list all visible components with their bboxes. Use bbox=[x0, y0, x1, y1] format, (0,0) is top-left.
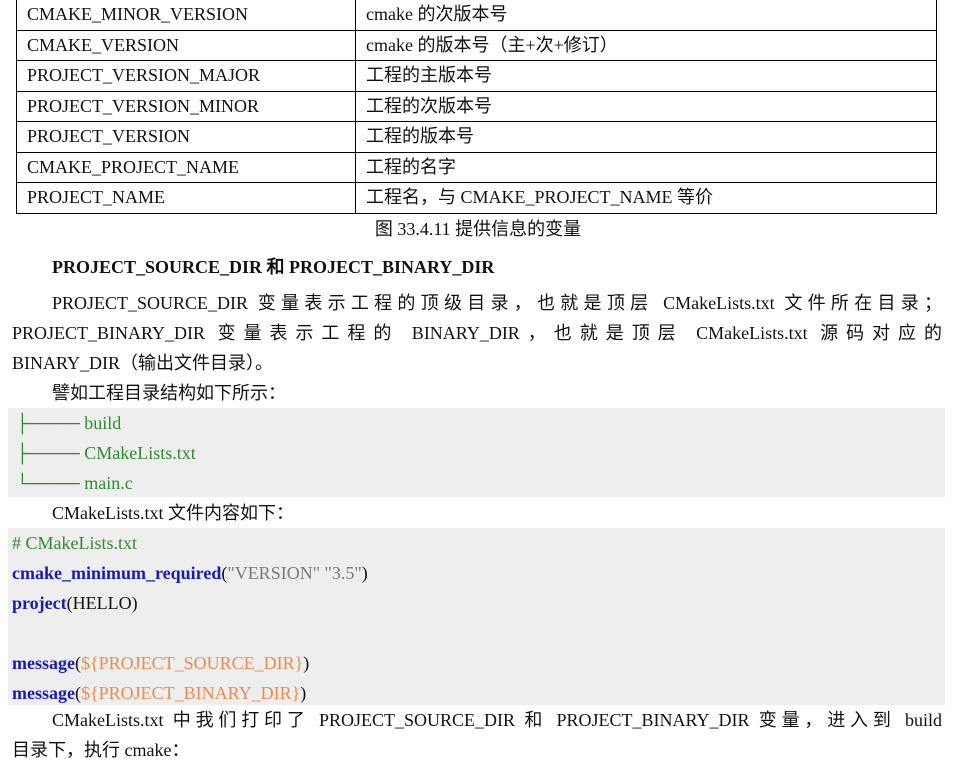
code-line: message(${PROJECT_SOURCE_DIR}) bbox=[8, 648, 945, 678]
code-keyword: message bbox=[12, 683, 75, 703]
tree-branch: ├──── bbox=[16, 413, 85, 433]
paragraph-directory-variables: PROJECT_SOURCE_DIR 变量表示工程的顶级目录，也就是顶层 CMa… bbox=[12, 288, 942, 378]
table-cell-variable: PROJECT_VERSION_MAJOR bbox=[16, 60, 356, 92]
code-comment: # CMakeLists.txt bbox=[12, 533, 137, 553]
code-line: message(${PROJECT_BINARY_DIR}) bbox=[8, 678, 945, 708]
code-keyword: project bbox=[12, 593, 67, 613]
table-cell-description: 工程的主版本号 bbox=[355, 60, 937, 92]
code-keyword: message bbox=[12, 653, 75, 673]
code-string: "VERSION" "3.5" bbox=[227, 563, 362, 583]
directory-tree-block: ├──── build ├──── CMakeLists.txt └──── m… bbox=[8, 408, 945, 497]
code-keyword: cmake_minimum_required bbox=[12, 563, 222, 583]
table-cell-description: 工程的版本号 bbox=[355, 121, 937, 153]
code-line: cmake_minimum_required("VERSION" "3.5") bbox=[8, 558, 945, 588]
table-cell-variable: PROJECT_NAME bbox=[16, 182, 356, 214]
paragraph-line: PROJECT_SOURCE_DIR 变量表示工程的顶级目录，也就是顶层 CMa… bbox=[52, 293, 942, 313]
table-cell-variable: CMAKE_VERSION bbox=[16, 29, 356, 61]
table-row: CMAKE_PROJECT_NAME 工程的名字 bbox=[16, 151, 937, 183]
code-punct: ) bbox=[300, 683, 307, 703]
code-args: (HELLO) bbox=[66, 593, 138, 613]
table-row: CMAKE_VERSION cmake 的版本号（主+次+修订） bbox=[16, 29, 937, 61]
paragraph-run-cmake: CMakeLists.txt 中我们打印了 PROJECT_SOURCE_DIR… bbox=[12, 705, 942, 765]
tree-item: ├──── CMakeLists.txt bbox=[8, 438, 945, 468]
table-row: PROJECT_NAME 工程名，与 CMAKE_PROJECT_NAME 等价 bbox=[16, 182, 937, 214]
table-cell-description: cmake 的版本号（主+次+修订） bbox=[355, 29, 937, 61]
tree-item: ├──── build bbox=[8, 408, 945, 438]
cmake-code-block: # CMakeLists.txt cmake_minimum_required(… bbox=[8, 528, 945, 705]
figure-caption: 图 33.4.11 提供信息的变量 bbox=[374, 219, 582, 239]
tree-item-name: CMakeLists.txt bbox=[84, 443, 196, 463]
table-cell-description: 工程名，与 CMAKE_PROJECT_NAME 等价 bbox=[355, 182, 937, 214]
code-punct: ) bbox=[303, 653, 310, 673]
tree-item: └──── main.c bbox=[8, 468, 945, 498]
tree-item-name: main.c bbox=[84, 473, 133, 493]
table-row: PROJECT_VERSION 工程的版本号 bbox=[16, 121, 937, 153]
table-cell-description: 工程的次版本号 bbox=[355, 90, 937, 122]
code-punct: ) bbox=[361, 563, 368, 583]
table-row: PROJECT_VERSION_MAJOR 工程的主版本号 bbox=[16, 60, 937, 92]
table-cell-variable: CMAKE_PROJECT_NAME bbox=[16, 151, 356, 183]
variables-table: CMAKE_MINOR_VERSION cmake 的次版本号 CMAKE_VE… bbox=[16, 0, 937, 214]
paragraph-line: BINARY_DIR（输出文件目录）。 bbox=[12, 353, 274, 373]
section-heading: PROJECT_SOURCE_DIR 和 PROJECT_BINARY_DIR bbox=[52, 257, 495, 277]
tree-item-name: build bbox=[84, 413, 122, 433]
code-variable: ${PROJECT_BINARY_DIR} bbox=[80, 683, 301, 703]
tree-branch: └──── bbox=[16, 473, 85, 493]
table-cell-variable: CMAKE_MINOR_VERSION bbox=[16, 0, 356, 31]
table-cell-variable: PROJECT_VERSION bbox=[16, 121, 356, 153]
table-cell-description: cmake 的次版本号 bbox=[355, 0, 937, 31]
tree-branch: ├──── bbox=[16, 443, 85, 463]
document-page: CMAKE_MINOR_VERSION cmake 的次版本号 CMAKE_VE… bbox=[0, 0, 956, 761]
paragraph-line: PROJECT_BINARY_DIR 变量表示工程的 BINARY_DIR，也就… bbox=[12, 323, 942, 343]
code-line: project(HELLO) bbox=[8, 588, 945, 618]
table-cell-description: 工程的名字 bbox=[355, 151, 937, 183]
table-row: PROJECT_VERSION_MINOR 工程的次版本号 bbox=[16, 90, 937, 122]
paragraph-line: CMakeLists.txt 中我们打印了 PROJECT_SOURCE_DIR… bbox=[52, 710, 942, 730]
paragraph-code-intro: CMakeLists.txt 文件内容如下： bbox=[52, 503, 294, 523]
table-cell-variable: PROJECT_VERSION_MINOR bbox=[16, 90, 356, 122]
paragraph-tree-intro: 譬如工程目录结构如下所示： bbox=[52, 383, 286, 403]
code-variable: ${PROJECT_SOURCE_DIR} bbox=[80, 653, 304, 673]
table-row: CMAKE_MINOR_VERSION cmake 的次版本号 bbox=[16, 0, 937, 31]
code-line: # CMakeLists.txt bbox=[8, 528, 945, 558]
